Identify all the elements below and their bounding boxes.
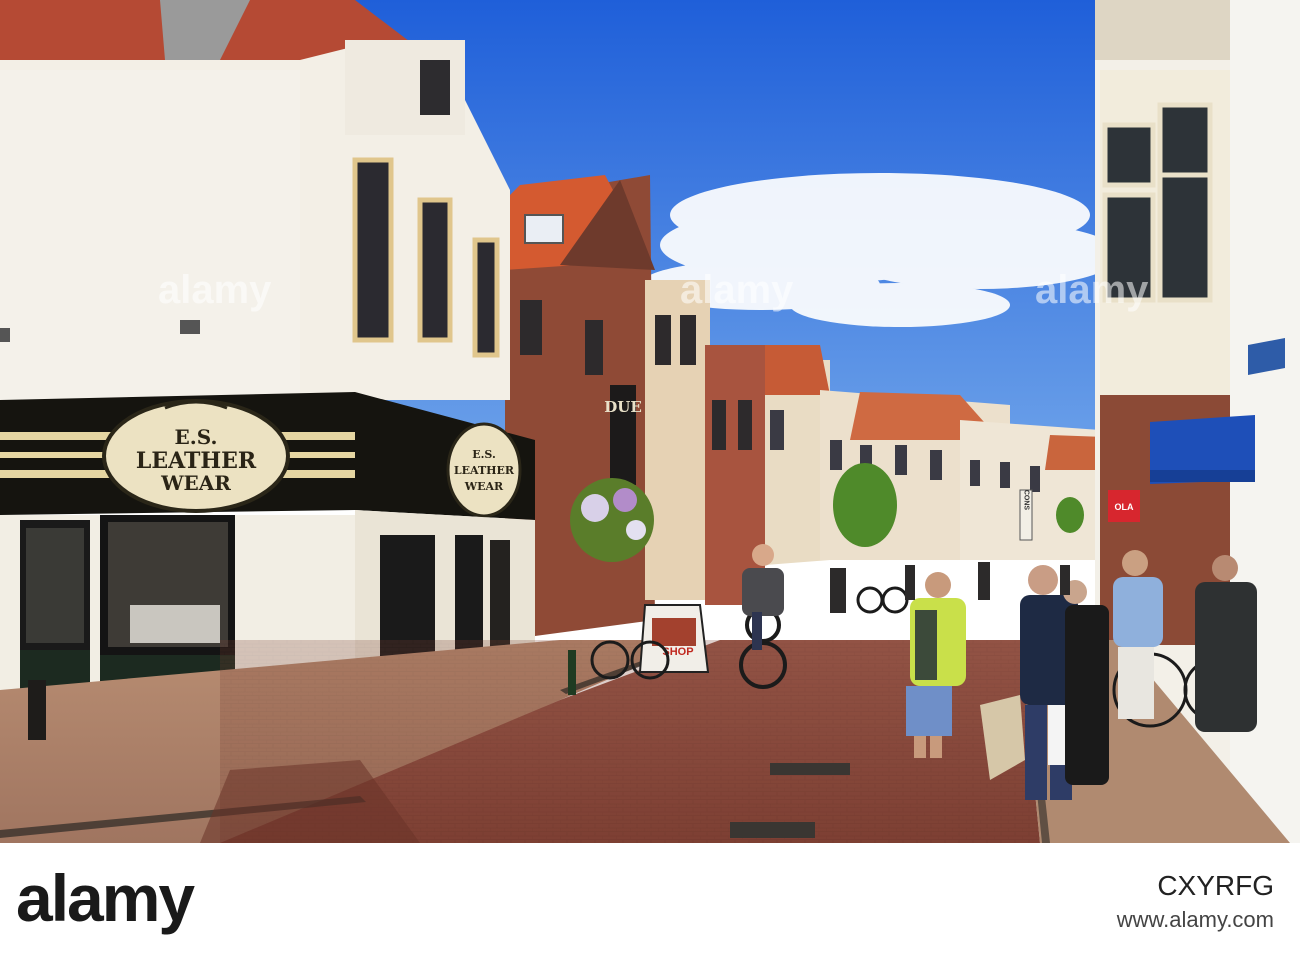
woman-dark-coat: [1063, 580, 1109, 785]
stock-id-block: CXYRFG www.alamy.com: [1117, 869, 1274, 937]
stock-footer: alamy CXYRFG www.alamy.com: [0, 843, 1300, 953]
corner-building: E.S. LEATHER WEAR E.S. LEATHER WEAR: [0, 0, 535, 720]
street-scene-photo: DUE E.S. LEATHER WEAR E.S. LEATHER WEAR …: [0, 0, 1300, 953]
vertical-shop-sign: CONS: [1023, 490, 1030, 511]
shop-sign-main-line3: WEAR: [160, 471, 231, 495]
shop-sign-side-line1: E.S.: [472, 448, 496, 461]
street-illustration: DUE E.S. LEATHER WEAR E.S. LEATHER WEAR …: [0, 0, 1300, 843]
shop-sign-side-line2: LEATHER: [454, 464, 515, 477]
stock-url: www.alamy.com: [1116, 907, 1274, 932]
hanging-sign-text: DUE: [604, 398, 642, 416]
stock-logo: alamy: [16, 861, 195, 935]
shop-sign-side-line3: WEAR: [464, 480, 504, 493]
image-id: CXYRFG: [1157, 870, 1274, 901]
ice-cream-sign-text: OLA: [1115, 502, 1134, 512]
shop-sign-main-line1: E.S.: [175, 425, 218, 449]
shop-window-main: [100, 515, 235, 655]
shop-window-left: [20, 520, 90, 650]
